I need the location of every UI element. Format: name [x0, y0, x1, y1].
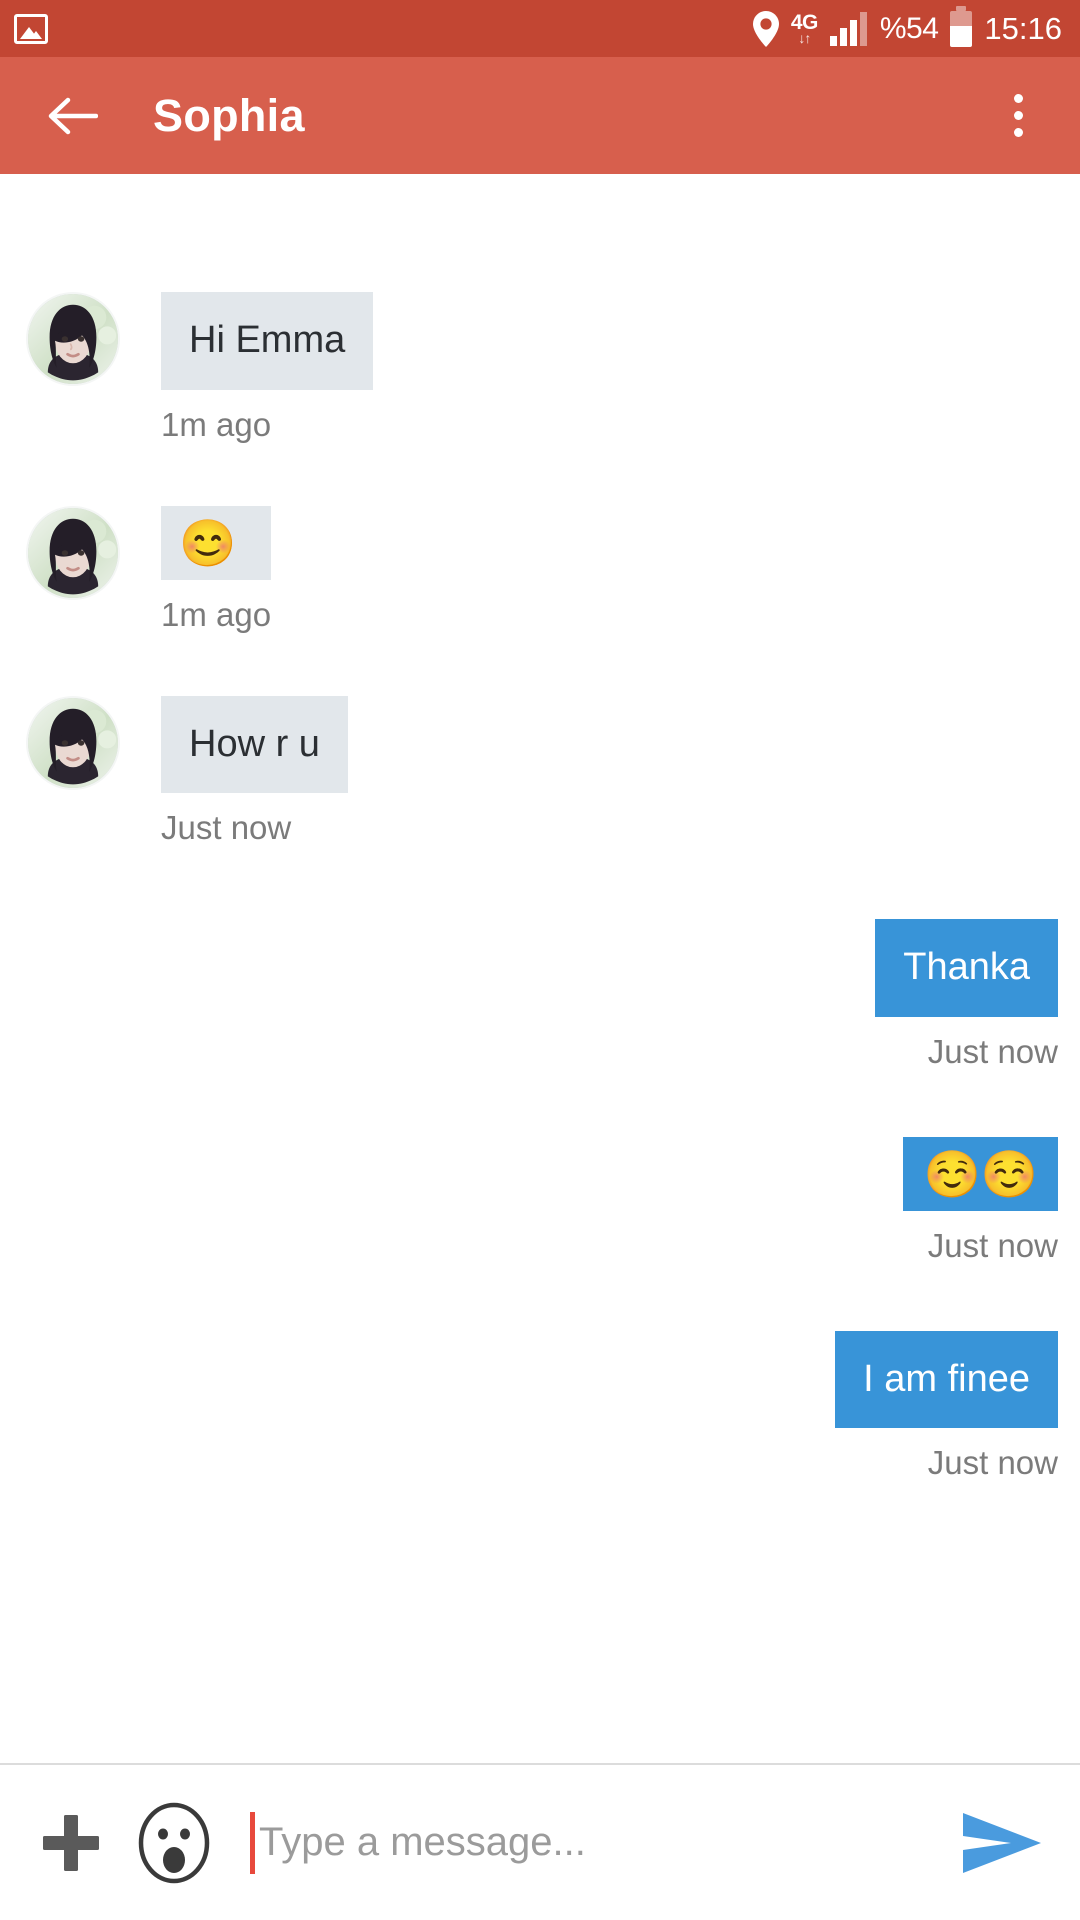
message-row-outgoing[interactable]: I am finee Just now — [0, 1330, 1080, 1483]
message-gap — [0, 444, 1080, 506]
battery-percent-label: %54 — [879, 11, 939, 45]
status-bar-notifications — [14, 13, 48, 44]
send-arrow-icon[interactable] — [954, 1799, 1050, 1887]
battery-icon — [950, 10, 973, 47]
message-row-outgoing[interactable]: ☺️☺️ Just now — [0, 1136, 1080, 1265]
plus-icon[interactable] — [28, 1800, 114, 1886]
message-gap — [0, 847, 1080, 919]
message-row-incoming[interactable]: Hi Emma 1m ago — [0, 292, 1080, 444]
message-bubble[interactable]: Hi Emma — [161, 292, 374, 390]
emoji-face-icon[interactable] — [130, 1799, 218, 1887]
message-gap — [0, 1071, 1080, 1137]
message-input-placeholder: Type a message... — [259, 1820, 586, 1864]
signal-bars-icon — [829, 11, 868, 46]
message-timestamp: Just now — [927, 1444, 1058, 1481]
message-row-incoming[interactable]: How r u Just now — [0, 695, 1080, 848]
location-pin-icon — [752, 10, 779, 47]
message-bubble[interactable]: I am finee — [835, 1330, 1058, 1428]
page-title: Sophia — [153, 89, 305, 141]
message-bubble[interactable]: How r u — [161, 695, 348, 793]
message-content: Thanka Just now — [875, 919, 1058, 1071]
message-gap — [0, 1265, 1080, 1331]
message-bubble[interactable]: Thanka — [875, 919, 1058, 1017]
message-list[interactable]: Hi Emma 1m ago 😊 1m ago How r u Just now… — [0, 174, 1080, 1763]
status-bar: 4G ↓↑ %54 15:16 — [0, 0, 1080, 57]
avatar[interactable] — [26, 695, 120, 790]
message-content: 😊 1m ago — [120, 505, 272, 634]
message-timestamp: 1m ago — [161, 595, 272, 633]
network-type-indicator: 4G ↓↑ — [790, 11, 819, 46]
message-bubble-emoji[interactable]: 😊 — [161, 505, 272, 580]
more-vertical-icon[interactable] — [990, 83, 1046, 149]
message-gap — [0, 634, 1080, 696]
chat-screen: 4G ↓↑ %54 15:16 Sophia Hi Emma 1m ago 😊 … — [0, 0, 1080, 1920]
message-input-bar: Type a message... — [0, 1763, 1080, 1920]
message-content: Hi Emma 1m ago — [120, 292, 374, 444]
text-cursor — [250, 1811, 255, 1874]
status-bar-indicators: 4G ↓↑ %54 15:16 — [752, 10, 1062, 47]
message-timestamp: 1m ago — [161, 405, 272, 443]
message-content: ☺️☺️ Just now — [903, 1136, 1058, 1265]
message-content: I am finee Just now — [835, 1330, 1058, 1483]
message-row-outgoing[interactable]: Thanka Just now — [0, 919, 1080, 1071]
image-icon — [14, 13, 48, 44]
app-bar: Sophia — [0, 57, 1080, 174]
message-bubble-emoji[interactable]: ☺️☺️ — [903, 1136, 1058, 1211]
avatar[interactable] — [26, 505, 120, 600]
back-arrow-icon[interactable] — [44, 88, 100, 144]
avatar[interactable] — [26, 292, 120, 386]
message-timestamp: Just now — [927, 1032, 1058, 1070]
message-timestamp: Just now — [927, 1226, 1058, 1264]
message-content: How r u Just now — [120, 695, 348, 848]
message-timestamp: Just now — [161, 809, 292, 846]
clock-label: 15:16 — [984, 10, 1062, 46]
message-input-field[interactable]: Type a message... — [250, 1799, 954, 1887]
message-row-incoming[interactable]: 😊 1m ago — [0, 505, 1080, 634]
